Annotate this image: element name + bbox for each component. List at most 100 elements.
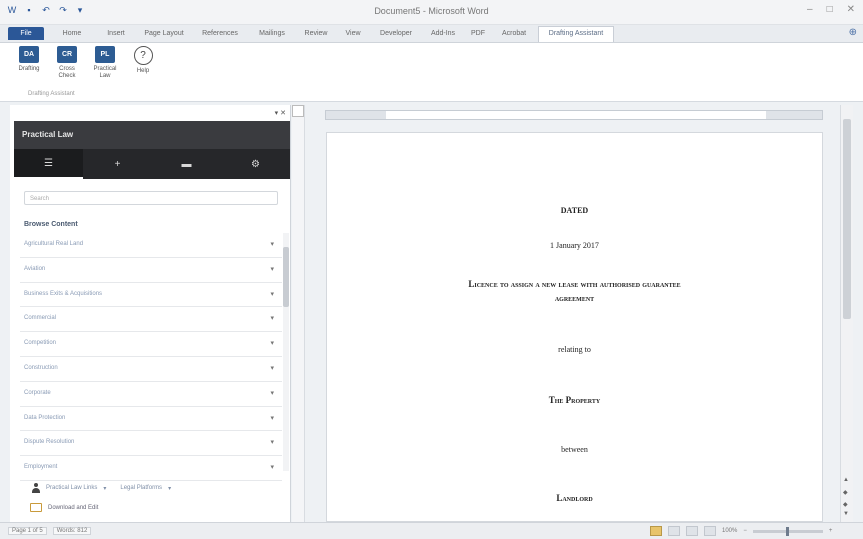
tab-drafting-assistant[interactable]: Drafting Assistant [538, 26, 614, 42]
tab-add-ins[interactable]: Add-Ins [424, 27, 462, 40]
help-icon[interactable]: ⊕ [849, 27, 857, 38]
list-item[interactable]: Commercial ▾ [20, 307, 282, 333]
chevron-down-icon: ▾ [270, 241, 274, 248]
word-count[interactable]: Words: 812 [52, 527, 92, 535]
document-page[interactable]: DATED 1 January 2017 Licence to assign a… [326, 132, 823, 522]
list-item[interactable]: Competition ▾ [20, 332, 282, 357]
list-item[interactable]: Employment ▾ [20, 456, 282, 481]
vertical-ruler [292, 105, 305, 522]
doc-dated: DATED [560, 206, 589, 215]
doc-date: 1 January 2017 [550, 241, 599, 250]
tab-references[interactable]: References [194, 27, 246, 40]
practical-law-icon: PL [95, 46, 115, 63]
doc-between: between [561, 445, 588, 454]
drafting-label: Drafting [18, 66, 40, 72]
list-item-label: Dispute Resolution [24, 439, 75, 446]
minimize-icon[interactable]: – [807, 4, 813, 15]
list-item[interactable]: Dispute Resolution ▾ [20, 431, 282, 457]
practical-law-button[interactable]: PL Practical Law [88, 46, 122, 80]
pane-title: Practical Law [14, 121, 290, 149]
page-up-icon[interactable]: ◆ [843, 489, 848, 496]
page-indicator[interactable]: Page 1 of 5 [8, 527, 47, 535]
title-bar: W ▪ ↶ ↷ ▾ Document5 - Microsoft Word – □… [0, 0, 863, 25]
page-down-icon[interactable]: ◆ [843, 501, 848, 508]
list-item[interactable]: Agricultural Real Land ▾ [20, 233, 282, 258]
pane-scrollbar[interactable] [283, 233, 289, 471]
tab-acrobat[interactable]: Acrobat [494, 27, 534, 40]
list-item-label: Agricultural Real Land [24, 241, 84, 247]
cross-check-icon: CR [57, 46, 77, 63]
gear-icon[interactable]: ⚙ [221, 149, 290, 179]
help-button[interactable]: ? Help [126, 46, 160, 75]
list-item[interactable]: Construction ▾ [20, 357, 282, 382]
chevron-down-icon: ▾ [270, 265, 274, 273]
chevron-down-icon: ▾ [270, 414, 274, 422]
close-icon[interactable]: ✕ [847, 4, 855, 15]
chevron-down-icon: ▾ [270, 315, 274, 323]
chevron-down-icon: ▾ [270, 464, 274, 472]
zoom-level[interactable]: 100% [722, 528, 737, 534]
window-title: Document5 - Microsoft Word [374, 6, 489, 16]
zoom-slider[interactable] [752, 526, 823, 536]
list-icon[interactable]: ☰ [14, 149, 83, 179]
scrollbar-thumb[interactable] [283, 247, 289, 307]
search-input[interactable]: Search [24, 191, 278, 205]
download-link[interactable]: Download and Edit [48, 505, 98, 511]
list-item-label: Business Exits & Acquisitions [24, 290, 103, 297]
tab-insert[interactable]: Insert [96, 27, 136, 40]
horizontal-ruler [325, 110, 823, 120]
web-layout-icon[interactable] [686, 526, 698, 536]
tab-developer[interactable]: Developer [372, 27, 420, 40]
browse-list: Agricultural Real Land ▾ Aviation ▾ Busine… [20, 233, 282, 481]
list-item-label: Corporate [24, 389, 51, 396]
chevron-down-icon: ▾ [270, 364, 274, 372]
tab-home[interactable]: Home [52, 27, 92, 40]
list-item[interactable]: Aviation ▾ [20, 258, 282, 283]
tab-review[interactable]: Review [298, 27, 334, 40]
legal-dropdown[interactable]: Legal Platforms [120, 485, 162, 491]
list-item[interactable]: Business Exits & Acquisitions ▾ [20, 283, 282, 308]
list-item[interactable]: Corporate ▾ [20, 382, 282, 407]
zoom-in-icon[interactable]: + [829, 528, 833, 534]
pane-footer: Practical Law Links ▾ Legal Platforms ▾ [32, 483, 171, 493]
user-dropdown[interactable]: Practical Law Links [46, 485, 97, 491]
task-pane: ▾ ✕ Practical Law ☰ + ▬ ⚙ Search Browse … [10, 105, 291, 522]
plus-icon[interactable]: + [83, 149, 152, 179]
doc-property: The Property [548, 395, 601, 405]
ribbon-group-label: Drafting Assistant [28, 91, 75, 97]
doc-title-line2: agreement [554, 293, 595, 303]
list-item-label: Employment [24, 464, 58, 471]
print-layout-icon[interactable] [650, 526, 662, 536]
tab-view[interactable]: View [338, 27, 368, 40]
pane-footer-download[interactable]: Download and Edit [30, 503, 98, 512]
drafting-icon: DA [19, 46, 39, 63]
maximize-icon[interactable]: □ [827, 4, 833, 15]
document-scrollbar[interactable]: ▲ ◆ ◆ ▼ [840, 105, 853, 522]
zoom-out-icon[interactable]: − [743, 528, 747, 534]
tab-page-layout[interactable]: Page Layout [140, 27, 188, 40]
browse-heading: Browse Content [24, 221, 78, 228]
ruler-toggle[interactable] [292, 105, 304, 117]
drafting-button[interactable]: DA Drafting [12, 46, 46, 73]
chevron-down-icon: ▾ [168, 485, 172, 492]
cross-check-label: Cross Check [58, 66, 76, 79]
outline-icon[interactable] [704, 526, 716, 536]
cross-check-button[interactable]: CR Cross Check [50, 46, 84, 80]
pane-tabs: ☰ + ▬ ⚙ [14, 149, 290, 179]
tab-file[interactable]: File [8, 27, 44, 40]
list-item-label: Commercial [24, 315, 57, 322]
practical-law-label: Practical Law [93, 66, 117, 79]
tab-mailings[interactable]: Mailings [252, 27, 292, 40]
full-screen-icon[interactable] [668, 526, 680, 536]
pane-controls[interactable]: ▾ ✕ [275, 109, 286, 117]
tab-pdf[interactable]: PDF [466, 27, 490, 40]
scroll-up-icon[interactable]: ▲ [843, 477, 849, 483]
status-bar: Page 1 of 5 Words: 812 100% − + [0, 522, 863, 539]
folder-icon[interactable]: ▬ [152, 149, 221, 179]
list-item[interactable]: Data Protection ▾ [20, 407, 282, 432]
scroll-down-icon[interactable]: ▼ [843, 511, 849, 517]
scrollbar-thumb[interactable] [843, 119, 851, 319]
ribbon: DA Drafting CR Cross Check PL Practical … [0, 43, 863, 102]
chevron-down-icon: ▾ [103, 485, 107, 492]
list-item-label: Data Protection [24, 414, 66, 421]
